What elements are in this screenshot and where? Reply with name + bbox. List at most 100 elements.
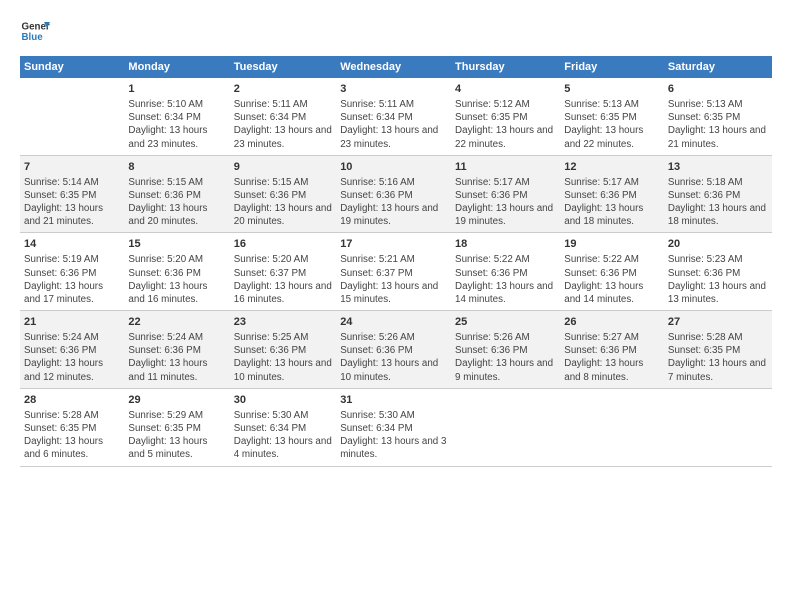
- day-cell: 19 Sunrise: 5:22 AMSunset: 6:36 PMDayligh…: [560, 233, 664, 311]
- day-info: Sunrise: 5:25 AMSunset: 6:36 PMDaylight:…: [234, 332, 332, 383]
- calendar-table: SundayMondayTuesdayWednesdayThursdayFrid…: [20, 56, 772, 467]
- day-number: 16: [234, 237, 332, 252]
- day-number: 12: [564, 160, 660, 175]
- day-number: 7: [24, 160, 120, 175]
- day-cell: 12Sunrise: 5:17 AMSunset: 6:36 PMDayligh…: [560, 155, 664, 233]
- day-info: Sunrise: 5:10 AMSunset: 6:34 PMDaylight:…: [128, 99, 207, 150]
- day-info: Sunrise: 5:17 AMSunset: 6:36 PMDaylight:…: [455, 177, 553, 228]
- day-number: 23: [234, 315, 332, 330]
- day-number: 14: [24, 237, 120, 252]
- col-header-wednesday: Wednesday: [336, 56, 451, 78]
- day-info: Sunrise: 5:21 AMSunset: 6:37 PMDaylight:…: [340, 254, 438, 305]
- day-info: Sunrise: 5:13 AMSunset: 6:35 PMDaylight:…: [564, 99, 643, 150]
- day-number: 25: [455, 315, 556, 330]
- day-cell: 2 Sunrise: 5:11 AMSunset: 6:34 PMDaylight…: [230, 78, 336, 155]
- day-number: 21: [24, 315, 120, 330]
- day-cell: 7 Sunrise: 5:14 AMSunset: 6:35 PMDaylight…: [20, 155, 124, 233]
- day-cell: 10Sunrise: 5:16 AMSunset: 6:36 PMDayligh…: [336, 155, 451, 233]
- day-info: Sunrise: 5:18 AMSunset: 6:36 PMDaylight:…: [668, 177, 766, 228]
- day-cell: [20, 78, 124, 155]
- day-number: 31: [340, 393, 447, 408]
- col-header-monday: Monday: [124, 56, 229, 78]
- day-info: Sunrise: 5:20 AMSunset: 6:36 PMDaylight:…: [128, 254, 207, 305]
- col-header-friday: Friday: [560, 56, 664, 78]
- week-row-3: 14 Sunrise: 5:19 AMSunset: 6:36 PMDayligh…: [20, 233, 772, 311]
- day-cell: 8Sunrise: 5:15 AMSunset: 6:36 PMDaylight…: [124, 155, 229, 233]
- day-info: Sunrise: 5:24 AMSunset: 6:36 PMDaylight:…: [128, 332, 207, 383]
- day-cell: 22 Sunrise: 5:24 AMSunset: 6:36 PMDayligh…: [124, 311, 229, 389]
- day-number: 22: [128, 315, 225, 330]
- day-cell: 17Sunrise: 5:21 AMSunset: 6:37 PMDayligh…: [336, 233, 451, 311]
- day-cell: 3 Sunrise: 5:11 AMSunset: 6:34 PMDaylight…: [336, 78, 451, 155]
- day-info: Sunrise: 5:14 AMSunset: 6:35 PMDaylight:…: [24, 177, 103, 228]
- day-cell: 25 Sunrise: 5:26 AMSunset: 6:36 PMDayligh…: [451, 311, 560, 389]
- day-info: Sunrise: 5:15 AMSunset: 6:36 PMDaylight:…: [234, 177, 332, 228]
- day-info: Sunrise: 5:28 AMSunset: 6:35 PMDaylight:…: [24, 410, 103, 461]
- day-number: 5: [564, 82, 660, 97]
- day-number: 15: [128, 237, 225, 252]
- day-cell: [451, 388, 560, 466]
- week-row-5: 28Sunrise: 5:28 AMSunset: 6:35 PMDayligh…: [20, 388, 772, 466]
- day-cell: 5 Sunrise: 5:13 AMSunset: 6:35 PMDaylight…: [560, 78, 664, 155]
- day-cell: 15 Sunrise: 5:20 AMSunset: 6:36 PMDayligh…: [124, 233, 229, 311]
- day-cell: 16Sunrise: 5:20 AMSunset: 6:37 PMDayligh…: [230, 233, 336, 311]
- day-cell: 9 Sunrise: 5:15 AMSunset: 6:36 PMDaylight…: [230, 155, 336, 233]
- day-info: Sunrise: 5:30 AMSunset: 6:34 PMDaylight:…: [234, 410, 332, 461]
- day-cell: 23 Sunrise: 5:25 AMSunset: 6:36 PMDayligh…: [230, 311, 336, 389]
- day-cell: [560, 388, 664, 466]
- day-info: Sunrise: 5:29 AMSunset: 6:35 PMDaylight:…: [128, 410, 207, 461]
- day-number: 2: [234, 82, 332, 97]
- col-header-tuesday: Tuesday: [230, 56, 336, 78]
- day-info: Sunrise: 5:24 AMSunset: 6:36 PMDaylight:…: [24, 332, 103, 383]
- day-cell: 21 Sunrise: 5:24 AMSunset: 6:36 PMDayligh…: [20, 311, 124, 389]
- day-number: 10: [340, 160, 447, 175]
- day-cell: 4 Sunrise: 5:12 AMSunset: 6:35 PMDaylight…: [451, 78, 560, 155]
- day-info: Sunrise: 5:26 AMSunset: 6:36 PMDaylight:…: [340, 332, 438, 383]
- day-number: 4: [455, 82, 556, 97]
- day-number: 11: [455, 160, 556, 175]
- day-cell: 1 Sunrise: 5:10 AMSunset: 6:34 PMDaylight…: [124, 78, 229, 155]
- day-cell: [664, 388, 772, 466]
- day-number: 9: [234, 160, 332, 175]
- day-info: Sunrise: 5:15 AMSunset: 6:36 PMDaylight:…: [128, 177, 207, 228]
- day-info: Sunrise: 5:12 AMSunset: 6:35 PMDaylight:…: [455, 99, 553, 150]
- day-cell: 29 Sunrise: 5:29 AMSunset: 6:35 PMDayligh…: [124, 388, 229, 466]
- day-info: Sunrise: 5:23 AMSunset: 6:36 PMDaylight:…: [668, 254, 766, 305]
- day-info: Sunrise: 5:19 AMSunset: 6:36 PMDaylight:…: [24, 254, 103, 305]
- week-row-2: 7 Sunrise: 5:14 AMSunset: 6:35 PMDaylight…: [20, 155, 772, 233]
- week-row-4: 21 Sunrise: 5:24 AMSunset: 6:36 PMDayligh…: [20, 311, 772, 389]
- calendar-header-row: SundayMondayTuesdayWednesdayThursdayFrid…: [20, 56, 772, 78]
- day-info: Sunrise: 5:28 AMSunset: 6:35 PMDaylight:…: [668, 332, 766, 383]
- day-cell: 26Sunrise: 5:27 AMSunset: 6:36 PMDayligh…: [560, 311, 664, 389]
- week-row-1: 1 Sunrise: 5:10 AMSunset: 6:34 PMDaylight…: [20, 78, 772, 155]
- day-cell: 30Sunrise: 5:30 AMSunset: 6:34 PMDayligh…: [230, 388, 336, 466]
- day-number: 24: [340, 315, 447, 330]
- day-cell: 20Sunrise: 5:23 AMSunset: 6:36 PMDayligh…: [664, 233, 772, 311]
- day-cell: 11 Sunrise: 5:17 AMSunset: 6:36 PMDayligh…: [451, 155, 560, 233]
- day-cell: 24 Sunrise: 5:26 AMSunset: 6:36 PMDayligh…: [336, 311, 451, 389]
- svg-text:Blue: Blue: [22, 32, 44, 43]
- day-number: 1: [128, 82, 225, 97]
- day-info: Sunrise: 5:22 AMSunset: 6:36 PMDaylight:…: [564, 254, 643, 305]
- day-info: Sunrise: 5:13 AMSunset: 6:35 PMDaylight:…: [668, 99, 766, 150]
- day-info: Sunrise: 5:26 AMSunset: 6:36 PMDaylight:…: [455, 332, 553, 383]
- day-cell: 14 Sunrise: 5:19 AMSunset: 6:36 PMDayligh…: [20, 233, 124, 311]
- day-cell: 13 Sunrise: 5:18 AMSunset: 6:36 PMDayligh…: [664, 155, 772, 233]
- day-info: Sunrise: 5:11 AMSunset: 6:34 PMDaylight:…: [234, 99, 332, 150]
- day-cell: 18Sunrise: 5:22 AMSunset: 6:36 PMDayligh…: [451, 233, 560, 311]
- day-info: Sunrise: 5:30 AMSunset: 6:34 PMDaylight:…: [340, 410, 446, 461]
- day-number: 3: [340, 82, 447, 97]
- day-number: 19: [564, 237, 660, 252]
- day-number: 18: [455, 237, 556, 252]
- day-cell: 28Sunrise: 5:28 AMSunset: 6:35 PMDayligh…: [20, 388, 124, 466]
- day-cell: 27 Sunrise: 5:28 AMSunset: 6:35 PMDayligh…: [664, 311, 772, 389]
- day-number: 29: [128, 393, 225, 408]
- day-number: 13: [668, 160, 768, 175]
- logo-icon: General Blue: [20, 16, 50, 46]
- col-header-sunday: Sunday: [20, 56, 124, 78]
- logo: General Blue: [20, 16, 50, 46]
- day-number: 27: [668, 315, 768, 330]
- day-cell: 6Sunrise: 5:13 AMSunset: 6:35 PMDaylight…: [664, 78, 772, 155]
- day-number: 26: [564, 315, 660, 330]
- day-info: Sunrise: 5:11 AMSunset: 6:34 PMDaylight:…: [340, 99, 438, 150]
